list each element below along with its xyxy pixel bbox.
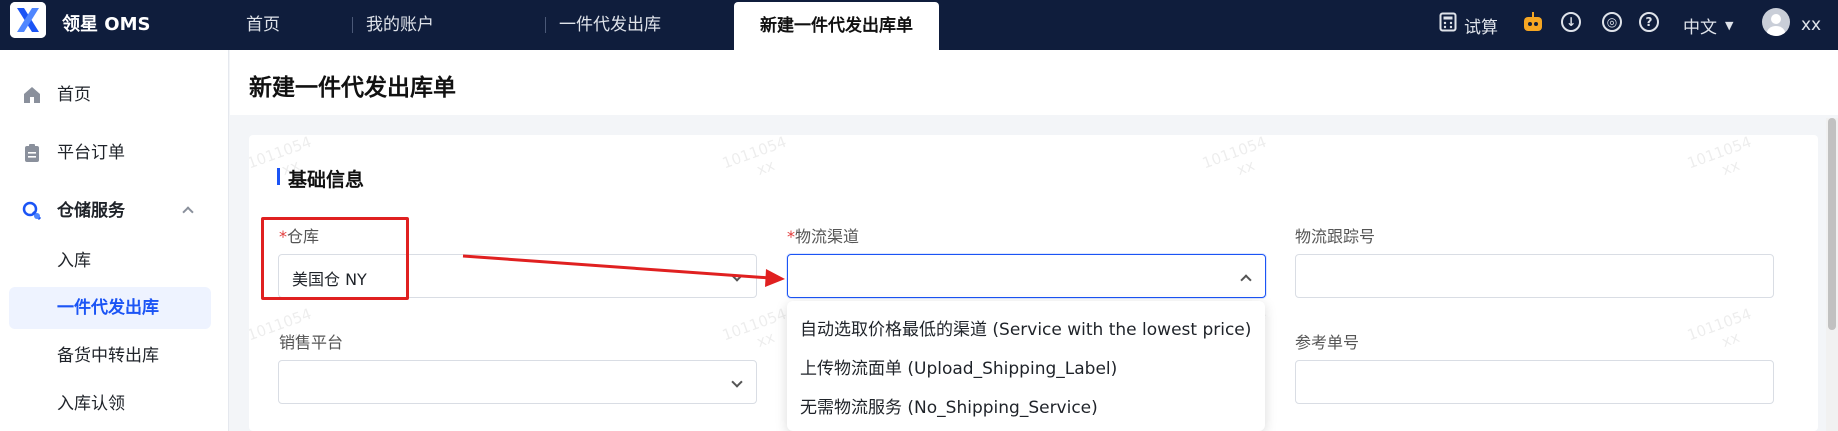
reference-number-label: 参考单号 bbox=[1295, 333, 1360, 352]
watermark: 1011054xx bbox=[1684, 135, 1754, 180]
chevron-up-icon bbox=[1240, 274, 1252, 286]
scrollbar-thumb[interactable] bbox=[1828, 118, 1836, 330]
warehouse-select[interactable]: 美国仓 NY bbox=[278, 254, 757, 298]
nav-separator bbox=[352, 17, 353, 33]
dropdown-option-lowest-price[interactable]: 自动选取价格最低的渠道 (Service with the lowest pri… bbox=[800, 315, 1251, 340]
app-logo[interactable] bbox=[10, 2, 46, 38]
logo-x-icon bbox=[10, 2, 46, 38]
watermark: 1011054xx bbox=[719, 304, 789, 352]
chevron-down-icon bbox=[731, 270, 743, 282]
sidebar-subitem-label: 备货中转出库 bbox=[57, 346, 159, 366]
logistics-channel-dropdown: 自动选取价格最低的渠道 (Service with the lowest pri… bbox=[787, 301, 1265, 431]
sales-platform-select[interactable] bbox=[278, 360, 757, 404]
section-title: 基础信息 bbox=[277, 165, 364, 192]
sidebar: 首页 平台订单 仓储服务 入库 一件代发出库 备货中转出库 入库认领 bbox=[0, 50, 229, 431]
calculator-icon[interactable] bbox=[1439, 12, 1457, 32]
required-mark: * bbox=[787, 227, 795, 246]
nav-tab-home[interactable]: 首页 bbox=[246, 0, 280, 50]
nav-tab-dropship-outbound[interactable]: 一件代发出库 bbox=[559, 0, 661, 50]
page-header: 新建一件代发出库单 bbox=[230, 50, 1838, 115]
watermark: 1011054xx bbox=[719, 135, 789, 180]
logistics-channel-label: *物流渠道 bbox=[787, 227, 860, 246]
settings-icon[interactable]: ◎ bbox=[1602, 12, 1622, 32]
sidebar-item-label: 首页 bbox=[57, 85, 91, 105]
sidebar-subitem-label: 入库 bbox=[57, 251, 91, 271]
user-avatar-icon bbox=[1767, 14, 1785, 36]
page-scrollbar[interactable] bbox=[1826, 118, 1838, 431]
sidebar-subitem-inbound-claim[interactable]: 入库认领 bbox=[9, 383, 211, 425]
dropdown-option-no-shipping[interactable]: 无需物流服务 (No_Shipping_Service) bbox=[800, 393, 1098, 418]
sidebar-subitem-label: 一件代发出库 bbox=[57, 298, 159, 318]
sidebar-subitem-inbound[interactable]: 入库 bbox=[9, 240, 211, 282]
robot-icon[interactable] bbox=[1521, 10, 1545, 34]
sidebar-subitem-label: 入库认领 bbox=[57, 394, 125, 414]
warehouse-service-icon bbox=[22, 201, 42, 221]
top-navigation-bar: 领星 OMS 首页 我的账户 一件代发出库 新建一件代发出库单 试算 ↓ ◎ ?… bbox=[0, 0, 1838, 50]
reference-number-input[interactable] bbox=[1295, 360, 1774, 404]
home-icon bbox=[24, 87, 40, 103]
sidebar-item-platform-orders[interactable]: 平台订单 bbox=[0, 131, 229, 175]
language-label: 中文 bbox=[1683, 17, 1717, 38]
help-icon[interactable]: ? bbox=[1639, 12, 1659, 32]
sidebar-item-label: 平台订单 bbox=[57, 143, 125, 163]
sidebar-item-warehouse-service[interactable]: 仓储服务 bbox=[0, 189, 229, 233]
sales-platform-label: 销售平台 bbox=[279, 333, 344, 352]
sidebar-item-home[interactable]: 首页 bbox=[0, 73, 229, 117]
language-selector[interactable]: 中文 ▼ bbox=[1683, 0, 1733, 50]
chevron-up-icon[interactable] bbox=[182, 206, 194, 218]
chevron-down-icon bbox=[731, 376, 743, 388]
sidebar-subitem-transfer-outbound[interactable]: 备货中转出库 bbox=[9, 335, 211, 377]
warehouse-label: *仓库 bbox=[279, 227, 320, 246]
watermark: 1011054xx bbox=[1684, 304, 1754, 352]
watermark: 1011054xx bbox=[1199, 135, 1269, 180]
required-mark: * bbox=[279, 227, 287, 246]
warehouse-value: 美国仓 NY bbox=[292, 270, 367, 289]
nav-tab-new-dropship-order[interactable]: 新建一件代发出库单 bbox=[734, 2, 939, 50]
avatar[interactable] bbox=[1762, 8, 1790, 36]
sidebar-item-label: 仓储服务 bbox=[57, 201, 125, 221]
tracking-number-label: 物流跟踪号 bbox=[1295, 227, 1376, 246]
tracking-number-input[interactable] bbox=[1295, 254, 1774, 298]
page-title: 新建一件代发出库单 bbox=[249, 75, 456, 101]
trial-calc-link[interactable]: 试算 bbox=[1464, 0, 1498, 50]
user-name[interactable]: xx bbox=[1801, 0, 1821, 50]
clipboard-icon bbox=[25, 144, 39, 162]
nav-separator bbox=[545, 17, 546, 33]
download-icon[interactable]: ↓ bbox=[1561, 12, 1581, 32]
sidebar-subitem-dropship-outbound[interactable]: 一件代发出库 bbox=[9, 287, 211, 329]
logistics-channel-select[interactable] bbox=[787, 254, 1266, 298]
dropdown-option-upload-label[interactable]: 上传物流面单 (Upload_Shipping_Label) bbox=[800, 354, 1117, 379]
nav-tab-my-account[interactable]: 我的账户 bbox=[366, 0, 434, 50]
caret-down-icon: ▼ bbox=[1725, 18, 1734, 32]
brand-name: 领星 OMS bbox=[62, 14, 151, 35]
